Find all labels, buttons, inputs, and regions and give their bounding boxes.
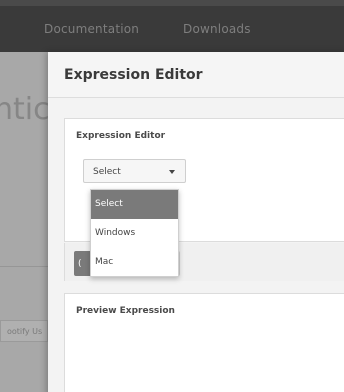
- dropdown-option-mac[interactable]: Mac: [91, 248, 178, 277]
- top-nav-bar: Documentation Downloads: [0, 0, 344, 52]
- background-divider: [0, 266, 48, 267]
- caret-down-icon: [169, 170, 175, 174]
- dropdown-option-select[interactable]: Select: [91, 190, 178, 219]
- editor-panel-label: Expression Editor: [76, 131, 166, 141]
- dropdown-option-windows[interactable]: Windows: [91, 219, 178, 248]
- nav-link-documentation[interactable]: Documentation: [44, 22, 139, 36]
- os-dropdown-list: Select Windows Mac: [90, 189, 179, 277]
- os-select[interactable]: Select: [83, 159, 186, 183]
- background-button: ootify Us: [0, 320, 48, 342]
- nav-link-downloads[interactable]: Downloads: [183, 22, 251, 36]
- select-value: Select: [93, 167, 121, 177]
- background-heading: ntic: [0, 92, 50, 127]
- modal-title: Expression Editor: [64, 67, 203, 83]
- top-nav-edge: [0, 0, 344, 6]
- preview-expression-panel: Preview Expression: [64, 293, 344, 392]
- preview-panel-label: Preview Expression: [76, 306, 175, 316]
